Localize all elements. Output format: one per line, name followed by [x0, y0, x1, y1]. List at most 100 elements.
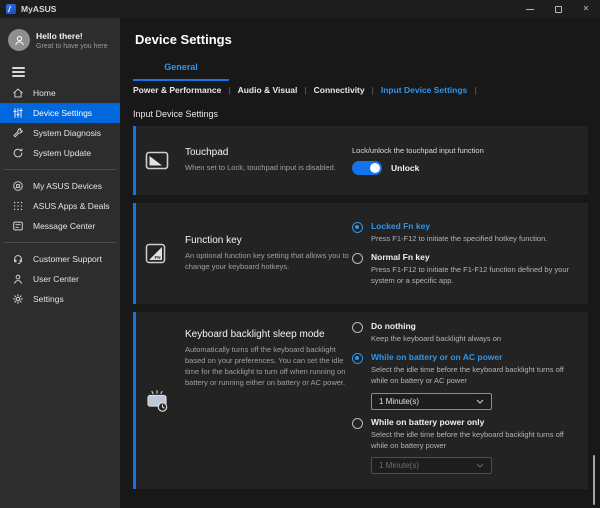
svg-text:FN: FN: [154, 255, 161, 260]
radio-label: While on battery power only: [371, 417, 580, 427]
radio-description: Select the idle time before the keyboard…: [371, 365, 580, 387]
user-greeting[interactable]: Hello there! Great to have you here: [0, 18, 120, 61]
dropdown-value: 1 Minute(s): [379, 397, 476, 406]
sidebar-item-label: Message Center: [33, 221, 95, 231]
subtab-audio-visual[interactable]: Audio & Visual: [238, 85, 298, 95]
radio-description: Keep the keyboard backlight always on: [371, 334, 501, 345]
idle-time-dropdown-ac[interactable]: 1 Minute(s): [371, 393, 492, 410]
sidebar-divider: [4, 169, 116, 170]
myasus-logo-icon: [6, 4, 16, 14]
subtab-bar: Power & Performance | Audio & Visual | C…: [133, 85, 484, 95]
wrench-icon: [11, 126, 24, 139]
sidebar-item-device-settings[interactable]: Device Settings: [0, 103, 120, 123]
radio-battery-or-ac[interactable]: While on battery or on AC power Select t…: [352, 352, 580, 410]
card-title: Keyboard backlight sleep mode: [185, 329, 352, 340]
sidebar: Hello there! Great to have you here Home…: [0, 18, 120, 508]
sidebar-item-label: Home: [33, 88, 56, 98]
minimize-icon: [526, 9, 534, 10]
sidebar-item-system-update[interactable]: System Update: [0, 143, 120, 163]
radio-label: Locked Fn key: [371, 221, 547, 231]
home-icon: [11, 86, 24, 99]
keyboard-backlight-card: Keyboard backlight sleep mode Automatica…: [133, 312, 588, 489]
sidebar-item-my-asus-devices[interactable]: My ASUS Devices: [0, 176, 120, 196]
settings-cards: Touchpad When set to Lock, touchpad inpu…: [133, 126, 588, 489]
tab-general[interactable]: General: [133, 62, 229, 81]
card-description: When set to Lock, touchpad input is disa…: [185, 163, 352, 174]
toggle-description: Lock/unlock the touchpad input function: [352, 146, 580, 155]
message-icon: [11, 219, 24, 232]
function-key-card: FN Function key An optional function key…: [133, 203, 588, 304]
chevron-down-icon: [476, 399, 484, 404]
radio-locked-fn-key[interactable]: Locked Fn key Press F1-F12 to initiate t…: [352, 221, 580, 245]
greeting-title: Hello there!: [36, 31, 108, 41]
radio-icon: [352, 253, 363, 264]
minimize-button[interactable]: [516, 0, 544, 18]
avatar: [8, 29, 30, 51]
devices-icon: [11, 179, 24, 192]
subtab-power-performance[interactable]: Power & Performance: [133, 85, 221, 95]
sidebar-item-user-center[interactable]: User Center: [0, 269, 120, 289]
fn-key-icon: FN: [145, 243, 166, 264]
menu-toggle-icon[interactable]: [12, 67, 25, 77]
sliders-icon: [11, 106, 24, 119]
tab-separator: |: [304, 85, 306, 95]
greeting-subtitle: Great to have you here: [36, 43, 108, 50]
touchpad-toggle[interactable]: [352, 161, 382, 175]
card-title: Function key: [185, 235, 352, 246]
tab-separator: |: [474, 85, 476, 95]
sidebar-item-label: Customer Support: [33, 254, 102, 264]
card-description: Automatically turns off the keyboard bac…: [185, 345, 352, 389]
maximize-icon: [555, 6, 562, 13]
sidebar-item-label: My ASUS Devices: [33, 181, 102, 191]
main-content: Device Settings General Power & Performa…: [120, 18, 600, 508]
close-button[interactable]: ✕: [572, 0, 600, 18]
sidebar-item-settings[interactable]: Settings: [0, 289, 120, 309]
sidebar-item-label: ASUS Apps & Deals: [33, 201, 110, 211]
radio-battery-only[interactable]: While on battery power only Select the i…: [352, 417, 580, 475]
radio-do-nothing[interactable]: Do nothing Keep the keyboard backlight a…: [352, 321, 580, 345]
titlebar: MyASUS ✕: [0, 0, 600, 18]
sidebar-item-label: System Update: [33, 148, 91, 158]
tab-separator: |: [228, 85, 230, 95]
section-title: Input Device Settings: [133, 109, 218, 119]
keyboard-backlight-icon: [145, 389, 171, 413]
user-icon: [11, 272, 24, 285]
sidebar-item-label: Settings: [33, 294, 64, 304]
radio-label: Normal Fn key: [371, 252, 580, 262]
gear-icon: [11, 292, 24, 305]
subtab-input-device-settings[interactable]: Input Device Settings: [381, 85, 467, 95]
update-icon: [11, 146, 24, 159]
sidebar-item-label: System Diagnosis: [33, 128, 101, 138]
radio-icon: [352, 353, 363, 364]
dropdown-value: 1 Minute(s): [379, 461, 476, 470]
card-title: Touchpad: [185, 147, 352, 158]
sidebar-item-message-center[interactable]: Message Center: [0, 216, 120, 236]
sidebar-item-system-diagnosis[interactable]: System Diagnosis: [0, 123, 120, 143]
vertical-scrollbar[interactable]: [593, 455, 595, 505]
tab-separator: |: [372, 85, 374, 95]
close-icon: ✕: [583, 5, 590, 13]
radio-icon: [352, 222, 363, 233]
window-controls: ✕: [516, 0, 600, 18]
sidebar-item-home[interactable]: Home: [0, 83, 120, 103]
page-title: Device Settings: [135, 32, 232, 47]
subtab-connectivity[interactable]: Connectivity: [314, 85, 365, 95]
chevron-down-icon: [476, 463, 484, 468]
sidebar-item-customer-support[interactable]: Customer Support: [0, 249, 120, 269]
idle-time-dropdown-battery: 1 Minute(s): [371, 457, 492, 474]
radio-icon: [352, 322, 363, 333]
touchpad-icon: [145, 151, 169, 170]
toggle-state-label: Unlock: [391, 163, 419, 173]
sidebar-item-asus-apps-deals[interactable]: ASUS Apps & Deals: [0, 196, 120, 216]
radio-description: Select the idle time before the keyboard…: [371, 430, 580, 452]
toggle-knob: [370, 163, 380, 173]
sidebar-item-label: User Center: [33, 274, 79, 284]
radio-label: While on battery or on AC power: [371, 352, 580, 362]
sidebar-item-label: Device Settings: [33, 108, 92, 118]
sidebar-divider: [4, 242, 116, 243]
maximize-button[interactable]: [544, 0, 572, 18]
touchpad-card: Touchpad When set to Lock, touchpad inpu…: [133, 126, 588, 195]
apps-grid-icon: [11, 199, 24, 212]
radio-normal-fn-key[interactable]: Normal Fn key Press F1-F12 to initiate t…: [352, 252, 580, 287]
sidebar-nav: Home Device Settings System Diagnosis Sy…: [0, 83, 120, 309]
